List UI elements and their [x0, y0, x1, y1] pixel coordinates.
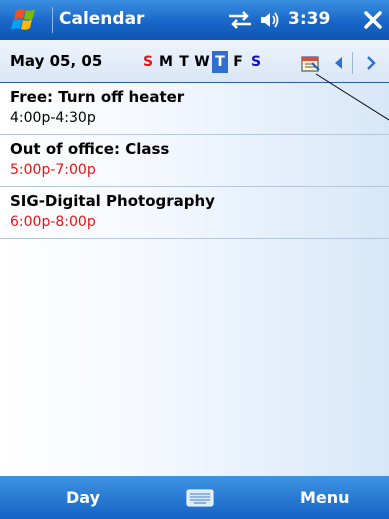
keyboard-icon[interactable]: [184, 486, 216, 510]
menu-softkey[interactable]: Menu: [300, 488, 350, 507]
pocketpc-screen: Calendar 3:39 May 05, 05 S M T W T F S F…: [0, 0, 389, 519]
callout-lines: [199, 73, 389, 519]
soft-key-bar: Day Menu: [0, 476, 389, 519]
day-softkey[interactable]: Day: [66, 488, 100, 507]
